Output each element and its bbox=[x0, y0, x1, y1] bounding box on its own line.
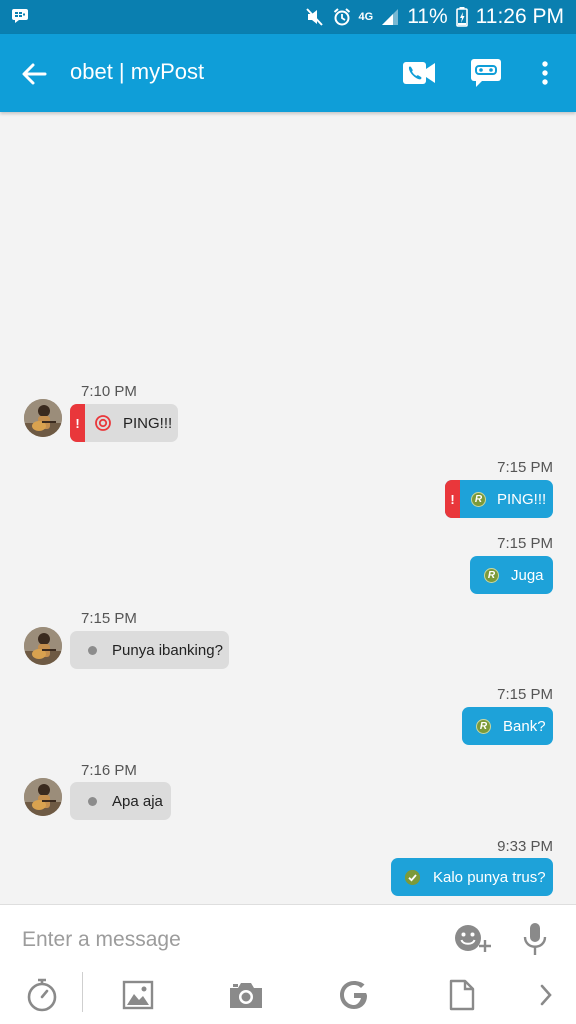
message-timestamp: 7:15 PM bbox=[497, 535, 553, 552]
alarm-icon bbox=[333, 8, 351, 26]
message-bubble[interactable]: ! PING!!! bbox=[70, 404, 178, 442]
message-bubble[interactable]: Kalo punya trus? bbox=[391, 858, 553, 896]
sent-status-dot bbox=[88, 645, 97, 655]
more-tools-button[interactable] bbox=[530, 979, 562, 1011]
chat-title[interactable]: obet | myPost bbox=[70, 59, 204, 85]
network-type: 4G bbox=[358, 10, 374, 23]
attach-file-button[interactable] bbox=[442, 975, 482, 1015]
more-icon bbox=[542, 61, 548, 85]
message-text: Kalo punya trus? bbox=[433, 868, 546, 886]
message-bubble[interactable]: R Juga bbox=[470, 556, 553, 594]
image-icon bbox=[122, 980, 154, 1010]
chat-area[interactable]: 7:10 PM ! PING!!! 7:15 PM ! R PING!!! 7:… bbox=[0, 112, 576, 904]
clock: 11:26 PM bbox=[475, 5, 564, 28]
google-search-button[interactable] bbox=[334, 975, 374, 1015]
video-call-button[interactable] bbox=[399, 53, 439, 93]
ping-icon bbox=[95, 415, 111, 431]
message-text: PING!!! bbox=[497, 490, 547, 508]
camera-button[interactable] bbox=[225, 975, 267, 1015]
microphone-icon bbox=[523, 923, 547, 955]
message-text: Juga bbox=[511, 566, 544, 584]
sent-status-dot bbox=[88, 796, 97, 806]
file-icon bbox=[449, 979, 475, 1011]
message-input[interactable] bbox=[22, 923, 432, 957]
mute-icon bbox=[305, 8, 325, 26]
avatar[interactable] bbox=[24, 627, 62, 665]
chevron-right-icon bbox=[540, 984, 552, 1006]
bbm-notification-icon bbox=[10, 7, 30, 25]
message-text: Bank? bbox=[503, 717, 546, 735]
message-timestamp: 7:15 PM bbox=[497, 459, 553, 476]
battery-charging-icon bbox=[455, 7, 468, 27]
signal-icon bbox=[381, 8, 399, 26]
back-arrow-icon bbox=[22, 63, 47, 85]
message-timestamp: 7:15 PM bbox=[81, 610, 137, 627]
message-bubble[interactable]: Apa aja bbox=[70, 782, 171, 820]
battery-percent: 11% bbox=[407, 5, 448, 28]
read-receipt-icon: R bbox=[471, 491, 486, 507]
message-bubble[interactable]: ! R PING!!! bbox=[445, 480, 553, 518]
read-receipt-icon: R bbox=[484, 567, 499, 583]
message-bubble[interactable]: R Bank? bbox=[462, 707, 553, 745]
message-text: Apa aja bbox=[112, 792, 163, 810]
timer-icon bbox=[27, 978, 57, 1012]
voice-chat-icon bbox=[471, 59, 501, 87]
alert-flag: ! bbox=[70, 404, 85, 442]
message-text: PING!!! bbox=[123, 414, 173, 432]
delivered-check-icon bbox=[405, 869, 420, 885]
emoji-button[interactable] bbox=[452, 919, 494, 959]
message-timestamp: 7:15 PM bbox=[497, 686, 553, 703]
status-bar: 4G 11% 11:26 PM bbox=[0, 0, 576, 34]
voice-note-button[interactable] bbox=[515, 917, 555, 961]
google-icon bbox=[340, 981, 367, 1009]
alert-flag: ! bbox=[445, 480, 460, 518]
message-timestamp: 7:16 PM bbox=[81, 762, 137, 779]
avatar[interactable] bbox=[24, 399, 62, 437]
message-timestamp: 9:33 PM bbox=[497, 838, 553, 855]
emoji-add-icon bbox=[455, 925, 491, 952]
avatar[interactable] bbox=[24, 778, 62, 816]
more-options-button[interactable] bbox=[525, 53, 565, 93]
voice-chat-button[interactable] bbox=[466, 53, 506, 93]
message-bubble[interactable]: Punya ibanking? bbox=[70, 631, 229, 669]
camera-icon bbox=[230, 983, 262, 1008]
read-receipt-icon: R bbox=[476, 718, 491, 734]
app-bar: obet | myPost bbox=[0, 34, 576, 112]
composer bbox=[0, 904, 576, 1024]
timer-button[interactable] bbox=[22, 975, 62, 1015]
toolbar-divider bbox=[82, 972, 83, 1012]
message-timestamp: 7:10 PM bbox=[81, 383, 137, 400]
gallery-button[interactable] bbox=[118, 975, 158, 1015]
video-call-icon bbox=[403, 62, 435, 84]
back-button[interactable] bbox=[14, 54, 54, 94]
message-text: Punya ibanking? bbox=[112, 641, 223, 659]
